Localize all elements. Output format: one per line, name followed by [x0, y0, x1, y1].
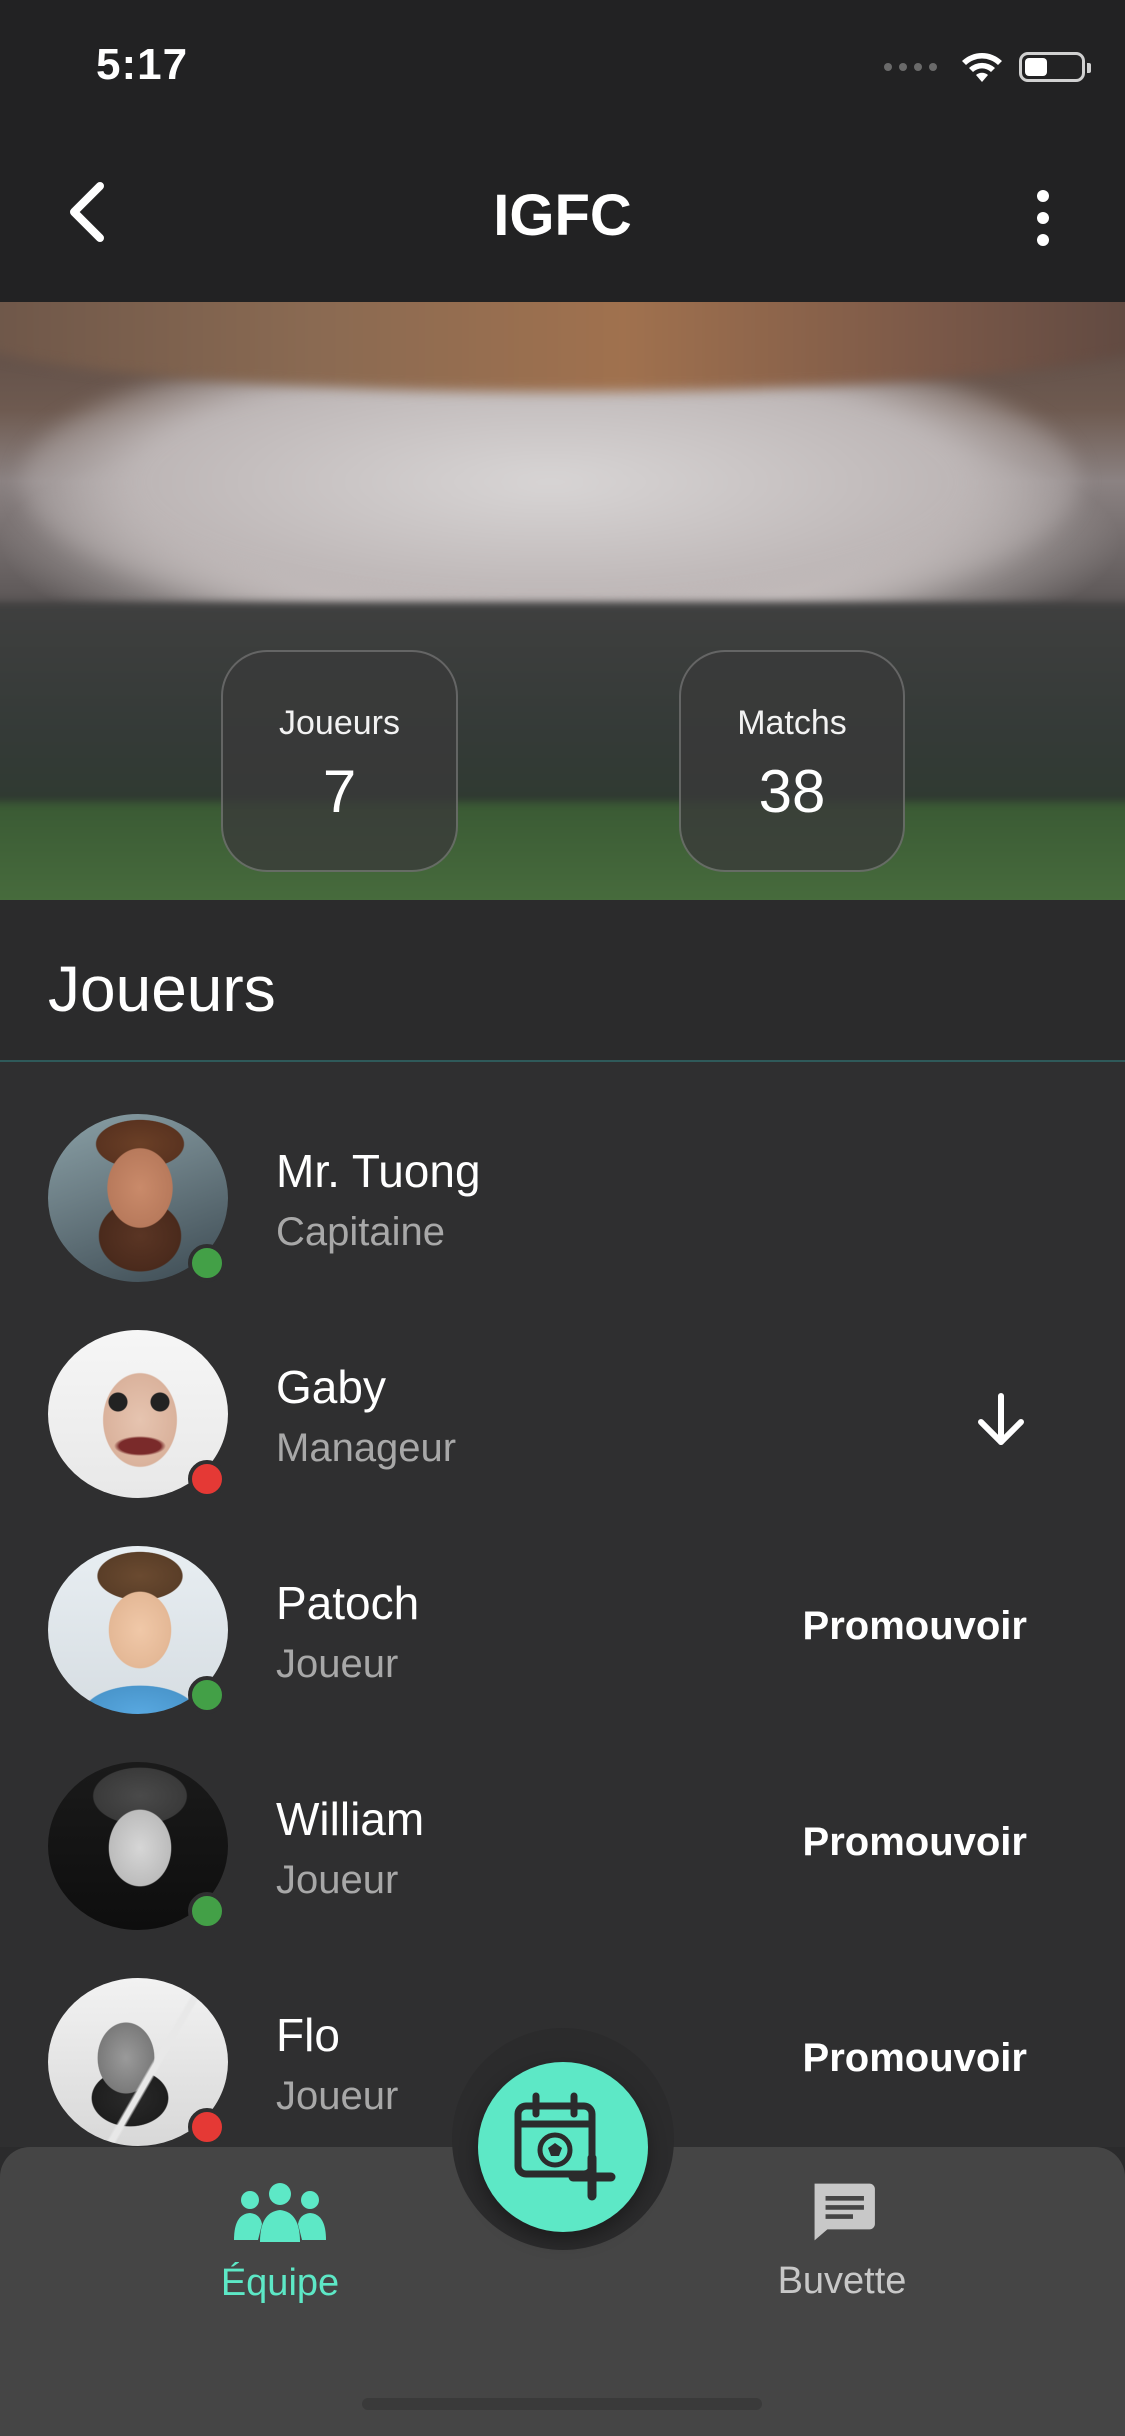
- avatar: [48, 1978, 228, 2146]
- battery-icon: [1019, 52, 1091, 82]
- matches-count-value: 38: [758, 758, 826, 825]
- players-count-value: 7: [322, 758, 357, 825]
- home-indicator[interactable]: [362, 2398, 762, 2410]
- add-match-calendar-icon: [514, 2092, 616, 2201]
- player-role: Manageur: [276, 1426, 457, 1470]
- list-item[interactable]: William Joueur Promouvoir: [0, 1710, 1125, 1930]
- player-name: Mr. Tuong: [276, 1145, 481, 1197]
- player-name: Flo: [276, 2009, 340, 2061]
- tab-buvette-label: Buvette: [777, 2260, 907, 2302]
- tab-team[interactable]: Équipe: [130, 2180, 430, 2305]
- stadium-stands-image: [0, 602, 1125, 822]
- cellular-signal-icon: [884, 63, 937, 71]
- players-count-card: Joueurs 7: [221, 650, 458, 872]
- matches-count-card: Matchs 38: [679, 650, 905, 872]
- matches-count-label: Matchs: [737, 704, 847, 742]
- stadium-pitch-image: [0, 802, 1125, 900]
- promote-button[interactable]: Promouvoir: [803, 1604, 1027, 1649]
- navigation-bar: IGFC: [0, 132, 1125, 302]
- players-list[interactable]: Mr. Tuong Capitaine Gaby Manageur Patoch…: [0, 1062, 1125, 2147]
- team-hero-banner: Joueurs 7 Matchs 38: [0, 302, 1125, 900]
- online-status-dot: [188, 1676, 226, 1714]
- promote-button[interactable]: Promouvoir: [803, 1820, 1027, 1865]
- avatar: [48, 1762, 228, 1930]
- player-role: Joueur: [276, 1642, 399, 1686]
- offline-status-dot: [188, 1460, 226, 1498]
- players-count-label: Joueurs: [279, 704, 400, 742]
- chat-icon: [814, 2183, 875, 2241]
- tab-team-label: Équipe: [220, 2262, 340, 2304]
- avatar: [48, 1114, 228, 1282]
- list-item[interactable]: Gaby Manageur: [0, 1278, 1125, 1498]
- promote-button[interactable]: Promouvoir: [803, 2036, 1027, 2081]
- add-match-button[interactable]: [478, 2062, 648, 2232]
- list-item[interactable]: Mr. Tuong Capitaine: [0, 1062, 1125, 1282]
- status-bar: 5:17: [0, 0, 1125, 132]
- tab-buvette[interactable]: Buvette: [692, 2180, 992, 2303]
- online-status-dot: [188, 1244, 226, 1282]
- list-item[interactable]: Patoch Joueur Promouvoir: [0, 1494, 1125, 1714]
- page-title: IGFC: [493, 183, 632, 248]
- section-title: Joueurs: [48, 953, 276, 1025]
- status-indicators: [884, 50, 1091, 84]
- more-vertical-icon[interactable]: [1023, 188, 1063, 248]
- offline-status-dot: [188, 2108, 226, 2146]
- player-name: William: [276, 1793, 425, 1845]
- player-role: Capitaine: [276, 1210, 446, 1254]
- online-status-dot: [188, 1892, 226, 1930]
- status-time: 5:17: [96, 40, 189, 89]
- player-name: Gaby: [276, 1361, 386, 1413]
- player-role: Joueur: [276, 1858, 399, 1902]
- team-icon: [234, 2183, 326, 2242]
- avatar: [48, 1330, 228, 1498]
- avatar: [48, 1546, 228, 1714]
- wifi-icon: [962, 53, 1002, 82]
- players-section-header: Joueurs: [0, 900, 1125, 1062]
- player-name: Patoch: [276, 1577, 420, 1629]
- player-role: Joueur: [276, 2074, 399, 2118]
- demote-arrow-down-icon[interactable]: [969, 1388, 1033, 1452]
